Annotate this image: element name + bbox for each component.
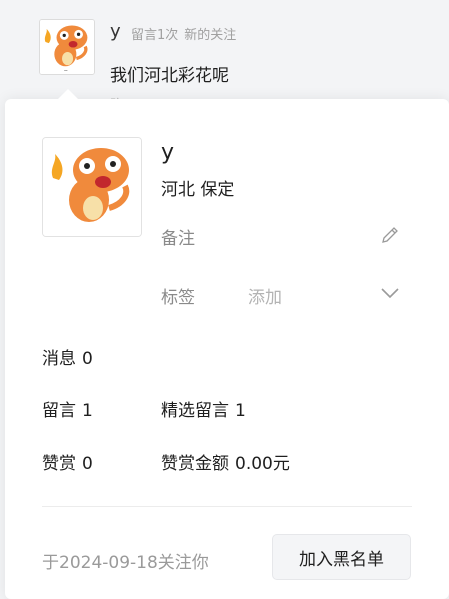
charmander-avatar-icon	[43, 138, 141, 236]
stat-tip-amount: 赞赏金额 0.00元	[161, 449, 290, 474]
tip-amount-value: 0.00元	[235, 454, 290, 474]
likes-label: 赞赏	[42, 454, 76, 474]
edit-pencil-icon[interactable]	[380, 225, 400, 245]
profile-avatar	[42, 137, 142, 237]
comments-label: 留言	[42, 401, 76, 421]
comment-text: 我们河北彩花呢	[110, 66, 229, 86]
messages-label: 消息	[42, 349, 76, 369]
tag-label: 标签	[161, 288, 195, 308]
charmander-avatar-icon: ꟷ	[40, 20, 94, 74]
likes-value: 0	[82, 454, 93, 474]
profile-nickname: y	[161, 140, 175, 165]
new-follow-badge: 新的关注	[184, 28, 237, 43]
follow-date: 于2024-09-18关注你	[42, 553, 209, 573]
tip-amount-label: 赞赏金额	[161, 454, 229, 474]
add-to-blacklist-button[interactable]: 加入黑名单	[272, 534, 411, 580]
stat-messages: 消息 0	[42, 344, 93, 369]
featured-label: 精选留言	[161, 401, 229, 421]
reply-count: 留言1次	[131, 28, 179, 43]
chevron-down-icon[interactable]	[380, 286, 400, 300]
commenter-avatar[interactable]: ꟷ	[39, 19, 95, 75]
footer-divider	[42, 506, 412, 507]
remark-label: 备注	[161, 229, 195, 249]
tag-add-link[interactable]: 添加	[248, 283, 282, 308]
stat-featured-comments: 精选留言 1	[161, 396, 246, 421]
featured-value: 1	[235, 401, 246, 421]
profile-region: 河北 保定	[161, 180, 235, 200]
messages-value: 0	[82, 349, 93, 369]
comments-value: 1	[82, 401, 93, 421]
comment-meta: 留言1次 新的关注	[131, 24, 236, 43]
svg-text:ꟷ: ꟷ	[64, 68, 67, 73]
popover-arrow	[57, 89, 79, 100]
stat-comments: 留言 1	[42, 396, 93, 421]
commenter-name[interactable]: y	[110, 21, 121, 42]
stat-likes: 赞赏 0	[42, 449, 93, 474]
